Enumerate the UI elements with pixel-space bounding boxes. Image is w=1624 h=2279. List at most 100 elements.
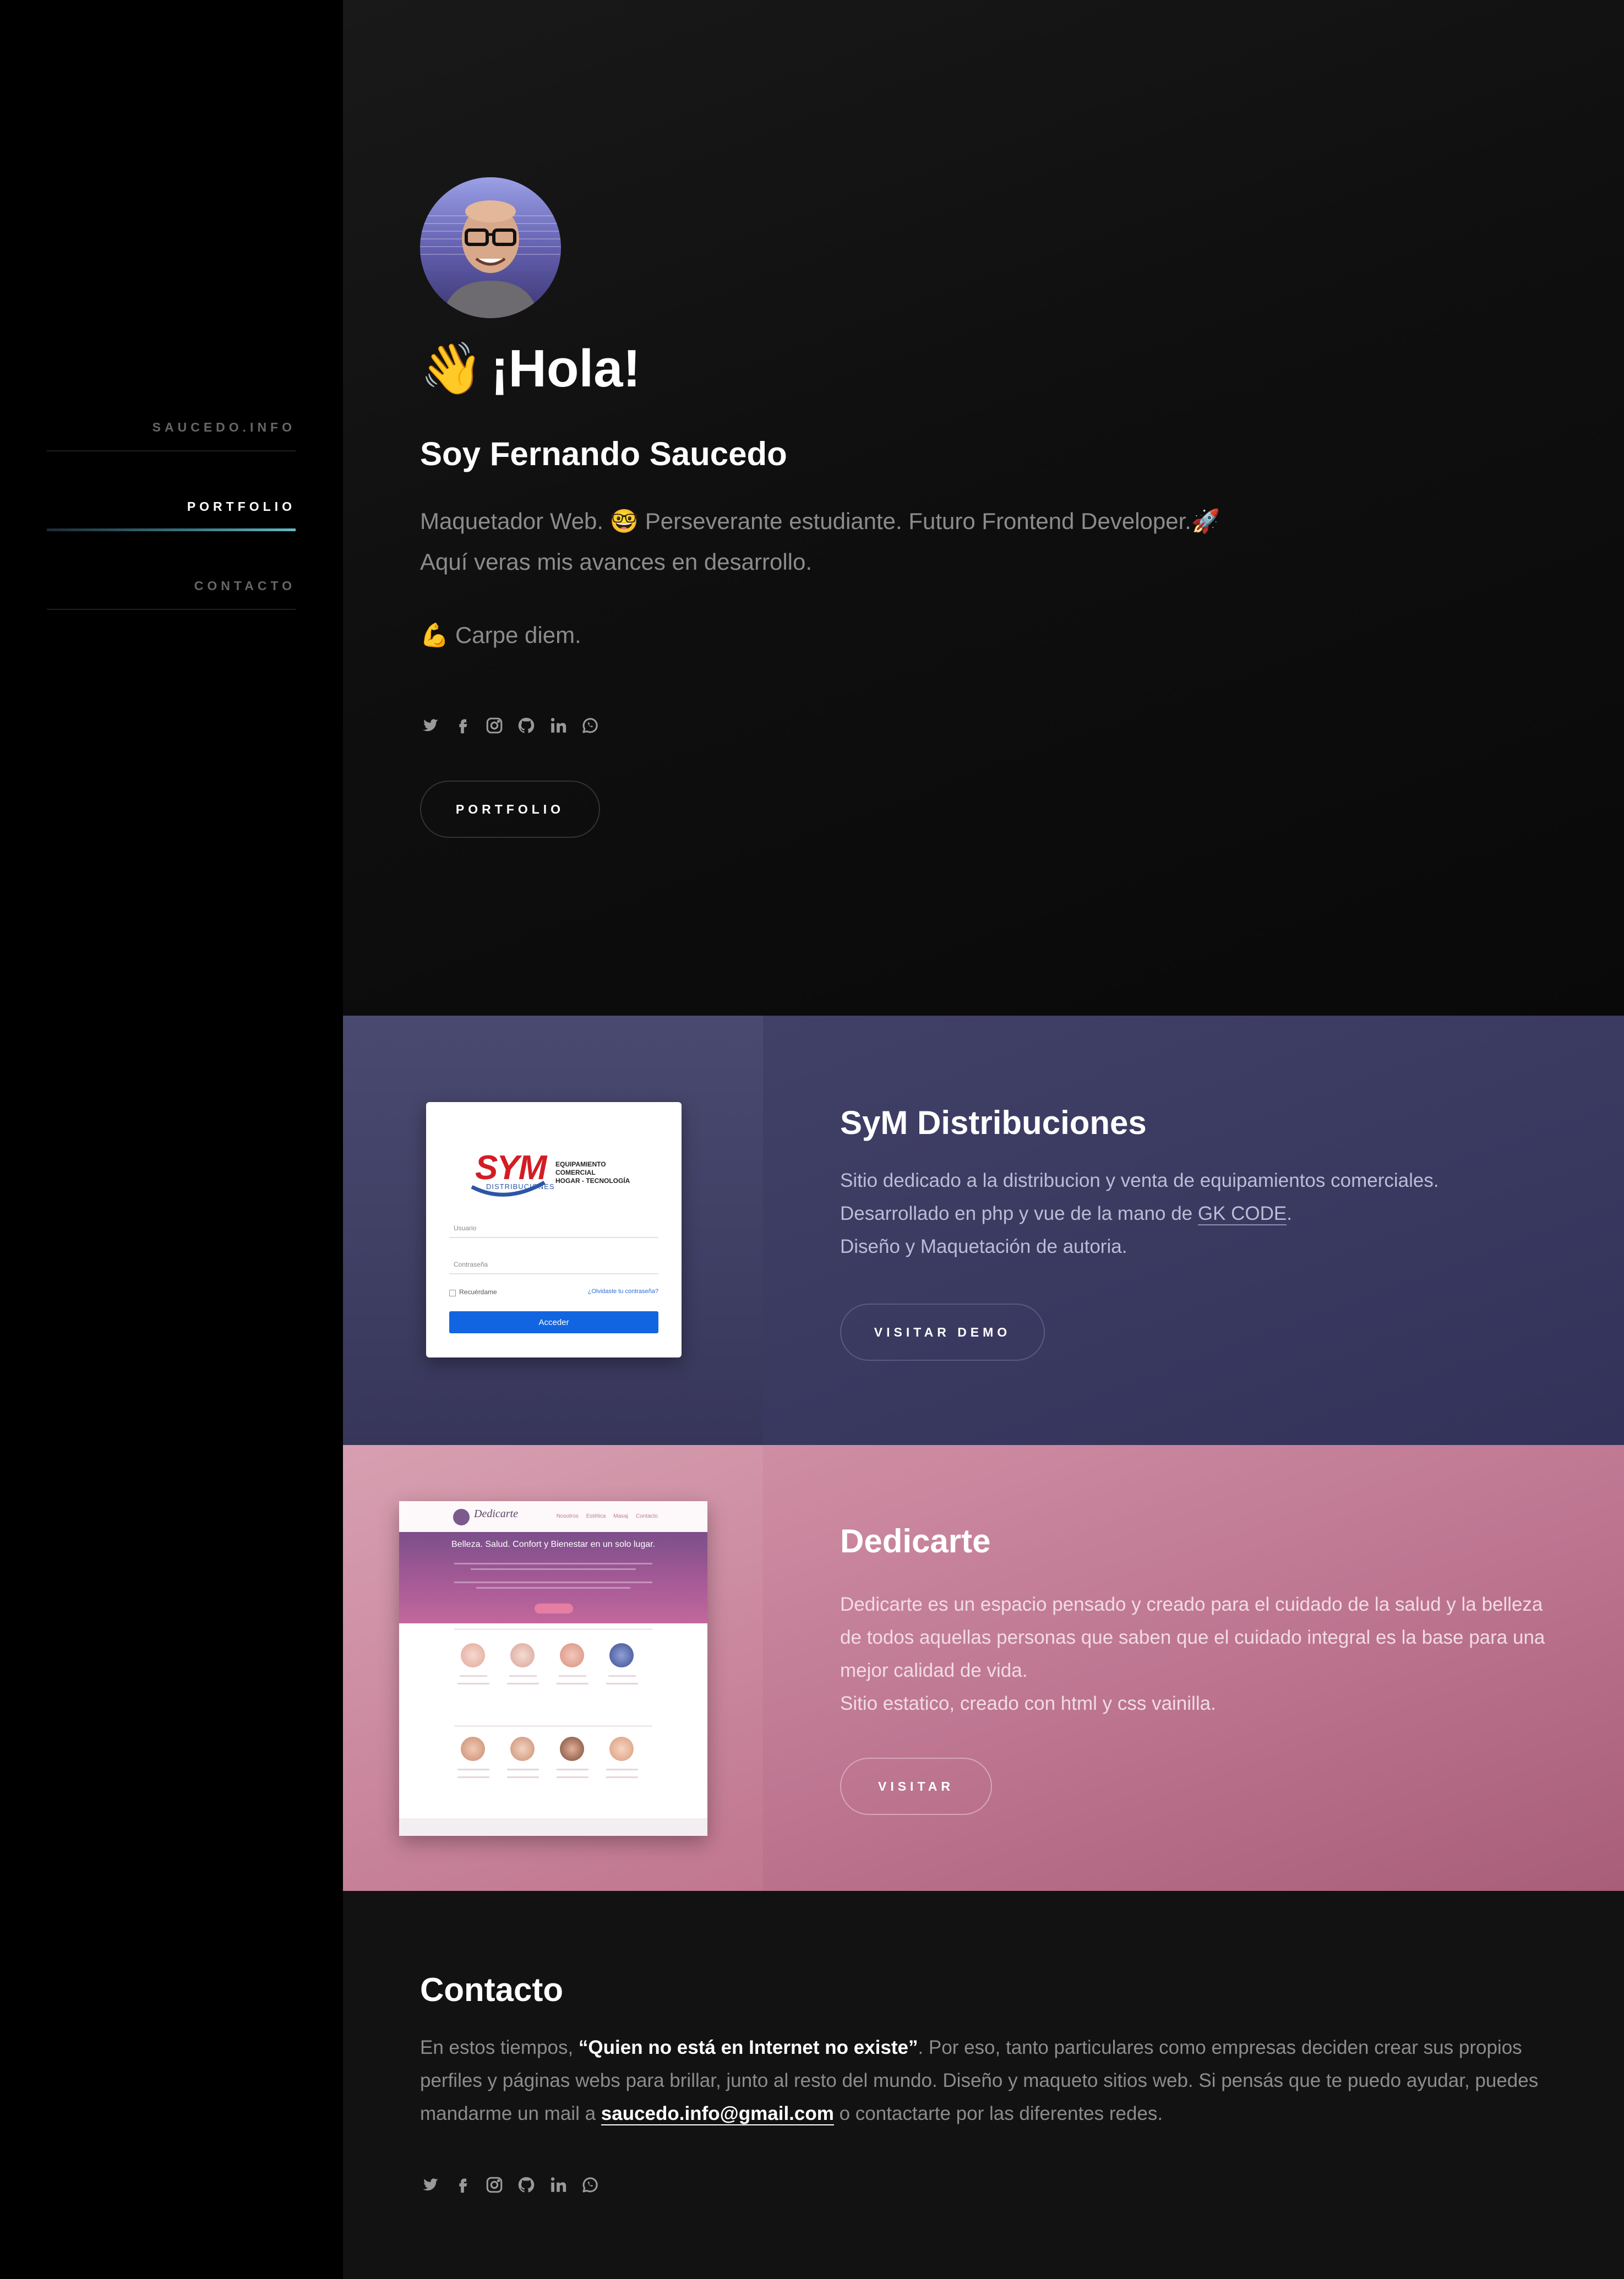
- project-sym: SYM DISTRIBUCIONES EQUIPAMIENTO COMERCIA…: [343, 1016, 1624, 1445]
- service-text: [557, 1683, 588, 1684]
- contact-email-link[interactable]: saucedo.info@gmail.com: [601, 2103, 834, 2125]
- hero-description: Maquetador Web. 🤓 Perseverante estudiant…: [420, 501, 1301, 582]
- sidebar: SAUCEDO.INFO PORTFOLIO CONTACTO: [0, 0, 343, 2279]
- contact-social-links: [420, 2174, 601, 2195]
- visit-demo-button[interactable]: VISITAR DEMO: [840, 1304, 1045, 1361]
- service-image: [560, 1737, 584, 1761]
- sym-logo-text: SYM: [475, 1149, 547, 1187]
- project-thumbnail-area: Dedicarte Nosotros Estética Masaj Contac…: [343, 1445, 763, 1891]
- banner-text-line: [471, 1568, 636, 1570]
- service-text: [507, 1776, 539, 1778]
- whatsapp-icon[interactable]: [580, 715, 601, 736]
- service-text: [507, 1769, 539, 1770]
- hero-social-links: [420, 715, 601, 736]
- nav-divider: [47, 609, 296, 610]
- sym-logo: SYM DISTRIBUCIONES EQUIPAMIENTO COMERCIA…: [467, 1144, 644, 1204]
- waving-hand-icon: 👋: [420, 341, 483, 397]
- project-title: SyM Distribuciones: [840, 1104, 1147, 1141]
- service-image: [609, 1643, 634, 1667]
- dedicarte-menu-item: Estética: [586, 1513, 606, 1519]
- facebook-icon[interactable]: [452, 2174, 473, 2195]
- sym-login-button: Acceder: [449, 1311, 658, 1333]
- github-icon[interactable]: [516, 715, 537, 736]
- nav-label: PORTFOLIO: [187, 499, 296, 514]
- nav-label: CONTACTO: [194, 579, 296, 593]
- dedicarte-menu-item: Nosotros: [556, 1513, 579, 1519]
- service-text: [457, 1683, 489, 1684]
- service-text: [557, 1769, 588, 1770]
- gk-code-link[interactable]: GK CODE: [1197, 1203, 1287, 1225]
- service-text: [457, 1769, 489, 1770]
- contact-title: Contacto: [420, 1971, 563, 2008]
- greeting: 👋 ¡Hola!: [420, 336, 641, 402]
- sym-logo-tagline: EQUIPAMIENTO COMERCIAL HOGAR - TECNOLOGÍ…: [555, 1160, 644, 1185]
- service-text: [507, 1683, 539, 1684]
- project-thumbnail[interactable]: SYM DISTRIBUCIONES EQUIPAMIENTO COMERCIA…: [426, 1102, 682, 1357]
- banner-button: [535, 1604, 573, 1613]
- project-desc-line-3: Diseño y Maquetación de autoria.: [840, 1236, 1127, 1257]
- dedicarte-footer: [399, 1818, 707, 1836]
- banner-text-line: [476, 1587, 630, 1589]
- project-desc-line-2: Sitio estatico, creado con html y css va…: [840, 1693, 1216, 1714]
- portfolio-button[interactable]: PORTFOLIO: [420, 781, 600, 838]
- nav-active-indicator: [47, 528, 296, 531]
- sym-remember-label: Recuérdame: [459, 1288, 497, 1296]
- linkedin-icon[interactable]: [548, 715, 569, 736]
- sym-forgot-link: ¿Olvidaste tu contraseña?: [587, 1288, 658, 1295]
- project-desc-line-1: Sitio dedicado a la distribucion y venta…: [840, 1170, 1439, 1191]
- hero-desc-line-2: Aquí veras mis avances en desarrollo.: [420, 549, 813, 575]
- sym-tagline-1: EQUIPAMIENTO COMERCIAL: [555, 1160, 606, 1176]
- project-description: Dedicarte es un espacio pensado y creado…: [840, 1588, 1556, 1720]
- banner-text-line: [454, 1563, 652, 1564]
- service-text: [460, 1675, 487, 1677]
- service-image: [461, 1737, 485, 1761]
- nav-item-portfolio[interactable]: PORTFOLIO: [47, 489, 296, 569]
- dedicarte-header: Dedicarte Nosotros Estética Masaj Contac…: [399, 1501, 707, 1532]
- sym-pass-label: Contraseña: [454, 1261, 488, 1268]
- dedicarte-banner: Belleza. Salud. Confort y Bienestar en u…: [399, 1532, 707, 1623]
- whatsapp-icon[interactable]: [580, 2174, 601, 2195]
- contact-text: En estos tiempos, “Quien no está en Inte…: [420, 2031, 1554, 2130]
- sym-tagline-2: HOGAR - TECNOLOGÍA: [555, 1177, 630, 1185]
- service-image: [560, 1643, 584, 1667]
- project-thumbnail[interactable]: Dedicarte Nosotros Estética Masaj Contac…: [399, 1501, 707, 1836]
- hero-motto: 💪 Carpe diem.: [420, 622, 581, 648]
- github-icon[interactable]: [516, 2174, 537, 2195]
- project-thumbnail-area: SYM DISTRIBUCIONES EQUIPAMIENTO COMERCIA…: [343, 1016, 763, 1445]
- instagram-icon[interactable]: [484, 715, 505, 736]
- hero-name: Soy Fernando Saucedo: [420, 435, 787, 472]
- main-content: 👋 ¡Hola! Soy Fernando Saucedo Maquetador…: [343, 0, 1624, 2279]
- instagram-icon[interactable]: [484, 2174, 505, 2195]
- nav-item-saucedo-info[interactable]: SAUCEDO.INFO: [47, 410, 296, 489]
- contact-quote: “Quien no está en Internet no existe”: [578, 2037, 918, 2058]
- contact-text-part: o contactarte por las diferentes redes.: [833, 2103, 1163, 2124]
- sidebar-nav: SAUCEDO.INFO PORTFOLIO CONTACTO: [47, 410, 296, 648]
- twitter-icon[interactable]: [420, 2174, 441, 2195]
- greeting-text: ¡Hola!: [491, 339, 641, 398]
- project-description: Sitio dedicado a la distribucion y venta…: [840, 1164, 1556, 1263]
- nav-item-contacto[interactable]: CONTACTO: [47, 569, 296, 648]
- project-title: Dedicarte: [840, 1523, 991, 1560]
- twitter-icon[interactable]: [420, 715, 441, 736]
- banner-text-line: [454, 1582, 652, 1583]
- dedicarte-menu-item: Masaj: [613, 1513, 628, 1519]
- dedicarte-logo-icon: [453, 1509, 470, 1525]
- service-image: [609, 1737, 634, 1761]
- hero-section: 👋 ¡Hola! Soy Fernando Saucedo Maquetador…: [343, 0, 1624, 1016]
- dedicarte-menu: Nosotros Estética Masaj Contacto: [557, 1513, 658, 1519]
- nav-label: SAUCEDO.INFO: [152, 420, 296, 434]
- project-info: SyM Distribuciones Sitio dedicado a la d…: [763, 1016, 1624, 1445]
- project-desc-line-2: Desarrollado en php y vue de la mano de …: [840, 1197, 1556, 1230]
- dedicarte-logo: Dedicarte: [474, 1508, 518, 1520]
- hero-desc-line-1: Maquetador Web. 🤓 Perseverante estudiant…: [420, 508, 1220, 534]
- service-text: [559, 1675, 586, 1677]
- linkedin-icon[interactable]: [548, 2174, 569, 2195]
- visit-button[interactable]: VISITAR: [840, 1758, 992, 1815]
- service-text: [606, 1683, 638, 1684]
- facebook-icon[interactable]: [452, 715, 473, 736]
- project-desc-suffix: .: [1287, 1203, 1293, 1224]
- service-text: [509, 1675, 537, 1677]
- sym-user-label: Usuario: [454, 1224, 477, 1232]
- sym-pass-field: [449, 1273, 658, 1274]
- service-text: [557, 1776, 588, 1778]
